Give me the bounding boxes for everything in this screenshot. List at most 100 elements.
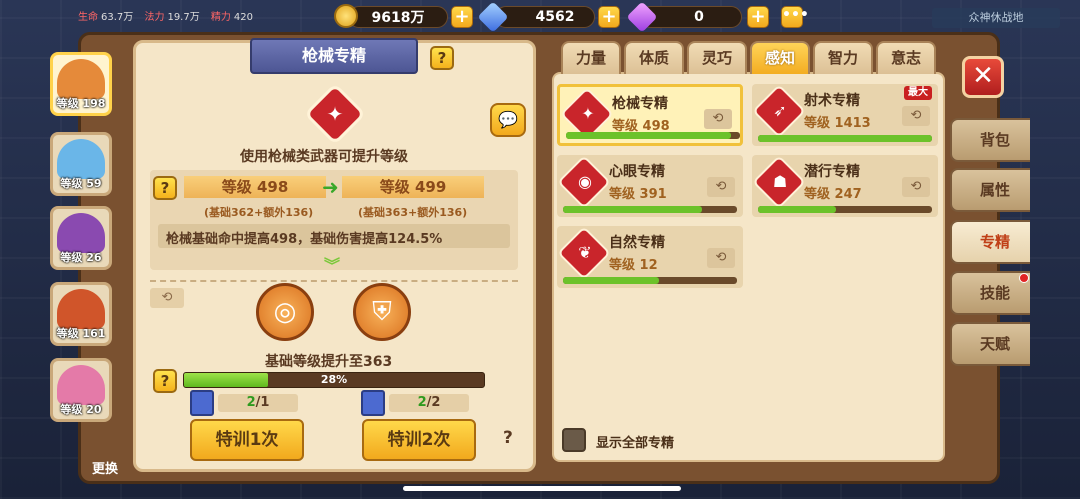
gun-icon: ✦ [581, 104, 595, 123]
training-book-icon [361, 390, 385, 416]
gun-icon: ✦ [326, 102, 344, 126]
item1-count: 2/1 [218, 394, 298, 412]
train-once-button[interactable]: 特训1次 [190, 419, 304, 461]
next-level: 等级 499 [342, 176, 484, 198]
side-nav-item[interactable]: 专精 [950, 220, 1030, 264]
side-nav-item[interactable]: 属性 [950, 168, 1030, 212]
shield-skill-button[interactable]: ⛨ [353, 283, 411, 341]
swap-icon[interactable]: ⟲ [707, 248, 735, 268]
spec-name: 射术专精 [804, 93, 860, 109]
change-hero-button[interactable]: 更换 [92, 458, 126, 478]
hood-icon: ☗ [772, 172, 788, 191]
title-help-button[interactable]: ? [430, 46, 454, 70]
hero-level: 等级 161 [56, 327, 106, 340]
hero-avatar [57, 59, 105, 99]
hero-level: 等级 198 [56, 97, 106, 110]
spec-level: 等级 1413 [804, 116, 871, 131]
gold-amount: 9618万 [371, 10, 425, 26]
current-level-breakdown: (基础362+额外136) [204, 206, 314, 219]
attribute-tab[interactable]: 灵巧 [687, 41, 747, 74]
spec-level: 等级 247 [804, 187, 862, 202]
region-label: 众神休战地 [932, 8, 1060, 28]
training-book-icon [190, 390, 214, 416]
add-gold-button[interactable]: + [451, 6, 473, 28]
swap-icon[interactable]: ⟲ [902, 106, 930, 126]
training-progress-bar: 28% [183, 372, 485, 388]
hero-portrait[interactable]: 等级 20 [50, 358, 112, 422]
hero-portrait[interactable]: 等级 198 [50, 52, 112, 116]
energy-stat: 精力 420 [210, 12, 253, 23]
hero-avatar [57, 139, 105, 179]
attribute-tab[interactable]: 意志 [876, 41, 936, 74]
spec-progress-bar [758, 206, 932, 213]
more-menu-button[interactable]: ••• [781, 6, 809, 28]
swap-icon[interactable]: ⟲ [150, 288, 184, 308]
spec-level: 等级 391 [609, 187, 667, 202]
next-level-breakdown: (基础363+额外136) [358, 206, 468, 219]
level-help-button[interactable]: ? [153, 176, 177, 200]
home-indicator [403, 486, 681, 491]
add-purple-gem-button[interactable]: + [747, 6, 769, 28]
bow-icon: ➶ [773, 101, 787, 120]
attribute-tab[interactable]: 智力 [813, 41, 873, 74]
progress-label: 28% [320, 373, 348, 386]
help-question-mark[interactable]: ? [503, 428, 513, 448]
attribute-tab[interactable]: 感知 [750, 41, 810, 74]
current-level: 等级 498 [184, 176, 326, 198]
spec-level: 等级 12 [609, 258, 658, 273]
spec-card[interactable]: ❦ 自然专精 等级 12 ⟲ [557, 226, 743, 288]
gold-coin-icon [334, 4, 358, 28]
hp-stat: 生命 63.7万 [78, 12, 134, 23]
attribute-tab[interactable]: 体质 [624, 41, 684, 74]
eye-icon: ◉ [578, 172, 592, 191]
diamond-amount: 4562 [535, 9, 575, 25]
purple-gem-amount: 0 [694, 9, 704, 25]
spec-name: 潜行专精 [804, 164, 860, 180]
item2-count: 2/2 [389, 394, 469, 412]
hero-avatar [57, 213, 105, 253]
spec-progress-fill [563, 277, 659, 284]
attribute-tab[interactable]: 力量 [561, 41, 621, 74]
hero-level: 等级 20 [60, 403, 102, 416]
chat-button[interactable]: 💬 [490, 103, 526, 137]
spec-progress-fill [563, 206, 703, 213]
mp-stat: 法力 19.7万 [144, 12, 200, 23]
spec-card[interactable]: ✦ 枪械专精 等级 498 ⟲ [557, 84, 743, 146]
max-badge: 最大 [904, 86, 932, 100]
spec-progress-bar [563, 277, 737, 284]
gold-counter: 9618万 [348, 6, 448, 28]
spec-description: 使用枪械类武器可提升等级 [240, 149, 408, 165]
progress-help-button[interactable]: ? [153, 369, 177, 393]
hero-portrait[interactable]: 等级 161 [50, 282, 112, 346]
diamond-counter: 4562 [495, 6, 595, 28]
train-twice-button[interactable]: 特训2次 [362, 419, 476, 461]
side-nav-item[interactable]: 技能 [950, 271, 1030, 315]
spec-card[interactable]: ◉ 心眼专精等级 391 ⟲ [557, 155, 743, 217]
spec-card[interactable]: ☗ 潜行专精等级 247 ⟲ [752, 155, 938, 217]
chevron-down-icon: ︾ [324, 256, 341, 275]
add-diamond-button[interactable]: + [598, 6, 620, 28]
leaf-icon: ❦ [578, 243, 592, 262]
spec-name: 心眼专精 [609, 164, 665, 180]
swap-icon[interactable]: ⟲ [707, 177, 735, 197]
spec-card[interactable]: ➶ 射术专精等级 1413 最大 ⟲ [752, 84, 938, 146]
spec-progress-fill [758, 135, 932, 142]
hero-level: 等级 26 [60, 251, 102, 264]
swap-icon[interactable]: ⟲ [902, 177, 930, 197]
spec-progress-bar [758, 135, 932, 142]
side-nav-item[interactable]: 天赋 [950, 322, 1030, 366]
show-all-checkbox[interactable] [562, 428, 586, 452]
spec-progress-bar [566, 132, 740, 139]
hero-stats-strip: 生命 63.7万 法力 19.7万 精力 420 [78, 8, 378, 28]
hero-portrait[interactable]: 等级 59 [50, 132, 112, 196]
swap-icon[interactable]: ⟲ [704, 109, 732, 129]
spec-progress-bar [563, 206, 737, 213]
hero-level: 等级 59 [60, 177, 102, 190]
hero-portrait[interactable]: 等级 26 [50, 206, 112, 270]
hero-avatar [57, 289, 105, 329]
close-button[interactable]: ✕ [962, 56, 1004, 98]
side-nav-item[interactable]: 背包 [950, 118, 1030, 162]
spec-title: 枪械专精 [250, 38, 418, 74]
hero-avatar [57, 365, 105, 405]
target-skill-button[interactable]: ◎ [256, 283, 314, 341]
